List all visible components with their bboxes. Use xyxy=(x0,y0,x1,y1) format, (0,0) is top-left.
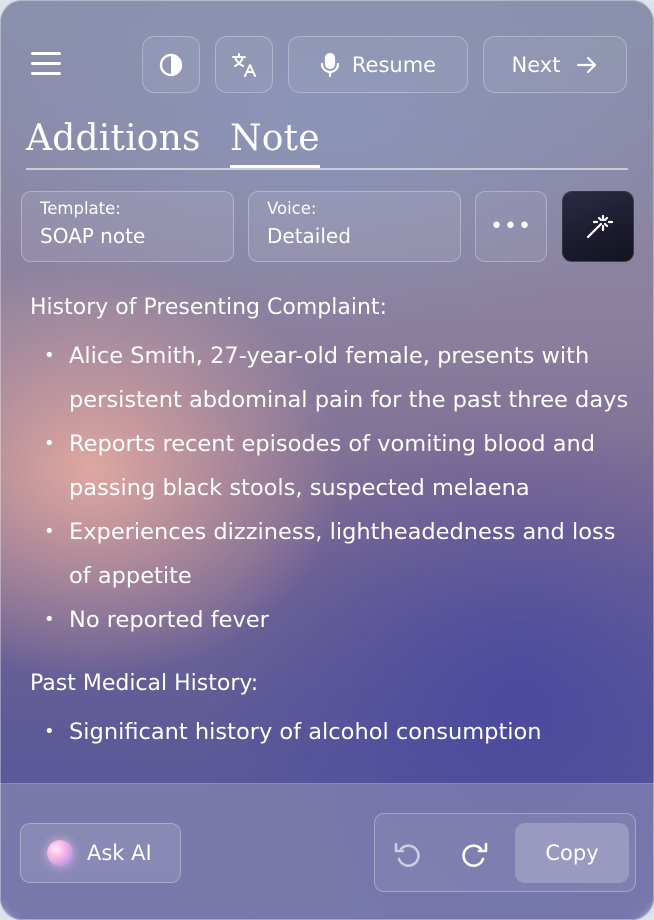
tab-additions[interactable]: Additions xyxy=(26,118,201,159)
tab-divider xyxy=(26,168,628,170)
redo-icon xyxy=(462,842,488,867)
translate-icon xyxy=(232,52,256,77)
section-list: Significant history of alcohol consumpti… xyxy=(30,710,634,754)
template-label: Template: xyxy=(40,199,121,218)
resume-button[interactable]: Resume xyxy=(288,36,468,93)
contrast-icon xyxy=(159,53,183,76)
list-item: Significant history of alcohol consumpti… xyxy=(30,710,634,754)
undo-icon xyxy=(394,842,420,867)
next-label: Next xyxy=(511,52,561,77)
next-button[interactable]: Next xyxy=(483,36,627,93)
template-select[interactable]: Template: SOAP note xyxy=(21,191,234,262)
more-options-button[interactable]: ••• xyxy=(475,191,547,262)
voice-label: Voice: xyxy=(267,199,317,218)
note-content: History of Presenting Complaint: Alice S… xyxy=(30,288,634,784)
microphone-icon xyxy=(320,52,339,77)
magic-rewrite-button[interactable] xyxy=(562,191,634,262)
voice-value: Detailed xyxy=(267,224,351,248)
translate-button[interactable] xyxy=(215,36,273,93)
tab-bar: Additions Note xyxy=(26,118,628,172)
arrow-right-icon xyxy=(577,56,597,73)
undo-button[interactable] xyxy=(391,838,425,872)
section-title: History of Presenting Complaint: xyxy=(30,295,387,320)
ask-ai-label: Ask AI xyxy=(87,841,152,865)
tab-note[interactable]: Note xyxy=(230,118,320,168)
ai-orb-icon xyxy=(47,840,73,866)
resume-label: Resume xyxy=(351,52,437,77)
template-value: SOAP note xyxy=(40,224,146,248)
magic-wand-icon xyxy=(586,214,613,238)
contrast-toggle-button[interactable] xyxy=(142,36,200,93)
more-icon: ••• xyxy=(490,214,532,239)
redo-button[interactable] xyxy=(457,838,491,872)
ask-ai-button[interactable]: Ask AI xyxy=(20,823,181,883)
section-list: Alice Smith, 27-year-old female, present… xyxy=(30,334,634,642)
copy-button[interactable]: Copy xyxy=(515,823,629,883)
section-title: Past Medical History: xyxy=(30,671,259,696)
list-item: No reported fever xyxy=(30,598,634,642)
voice-select[interactable]: Voice: Detailed xyxy=(248,191,461,262)
hamburger-menu-icon[interactable] xyxy=(28,48,64,78)
copy-label: Copy xyxy=(545,841,599,865)
list-item: Alice Smith, 27-year-old female, present… xyxy=(30,334,634,422)
edit-action-group: Copy xyxy=(374,813,636,892)
scribe-panel: Resume Next Additions Note Template: SOA… xyxy=(0,0,654,920)
list-item: Reports recent episodes of vomiting bloo… xyxy=(30,422,634,510)
list-item: Experiences dizziness, lightheadedness a… xyxy=(30,510,634,598)
